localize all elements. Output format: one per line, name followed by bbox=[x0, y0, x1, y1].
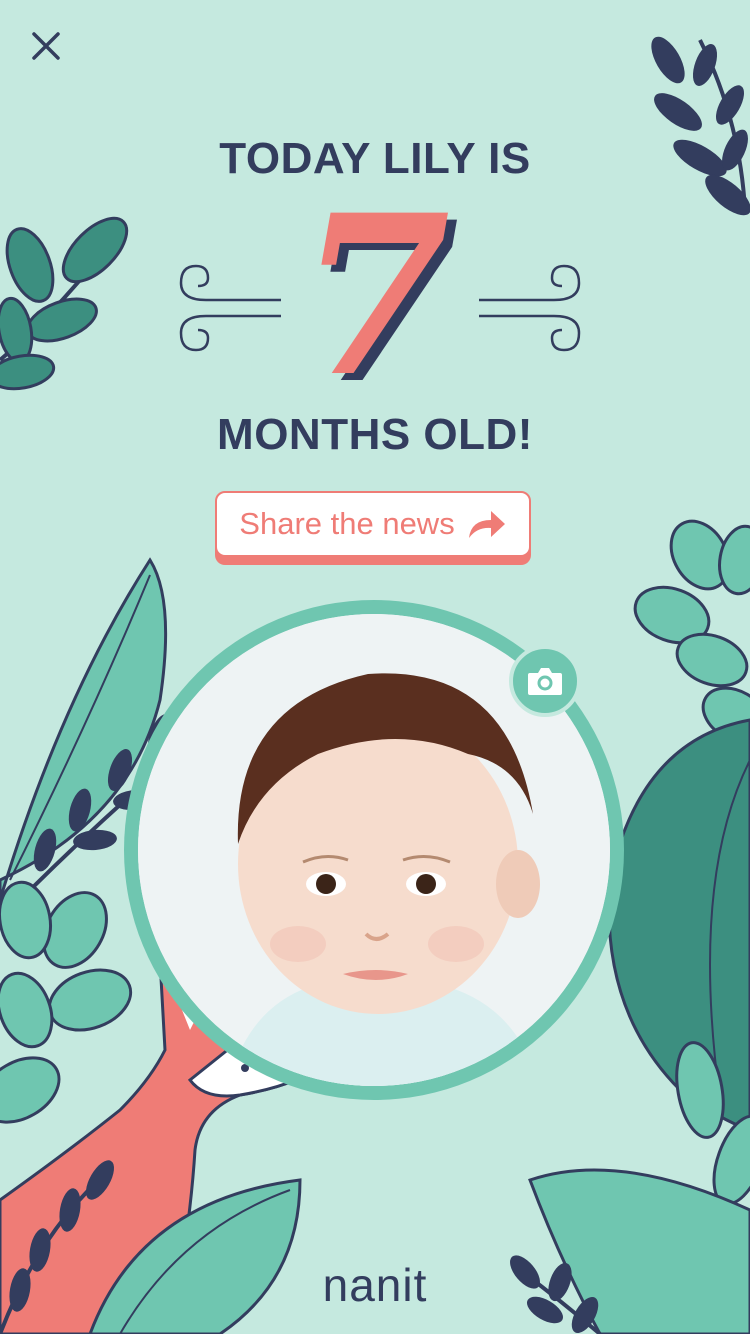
headline-months-old: MONTHS OLD! bbox=[217, 410, 533, 459]
share-news-button[interactable]: Share the news bbox=[215, 491, 531, 557]
close-icon bbox=[32, 32, 60, 60]
top-left-leaves bbox=[0, 216, 129, 391]
top-right-leaves bbox=[651, 36, 750, 216]
share-arrow-icon bbox=[468, 511, 505, 538]
change-photo-button[interactable] bbox=[509, 645, 581, 717]
left-round-leaves bbox=[0, 880, 133, 1124]
nanit-logo: nanit bbox=[322, 1259, 428, 1311]
right-round-leaves bbox=[633, 519, 750, 744]
age-number: 7 7 bbox=[275, 166, 484, 432]
close-button[interactable] bbox=[22, 22, 70, 70]
share-button-label: Share the news bbox=[239, 506, 455, 541]
camera-icon bbox=[528, 668, 562, 695]
right-flourish bbox=[479, 264, 581, 352]
